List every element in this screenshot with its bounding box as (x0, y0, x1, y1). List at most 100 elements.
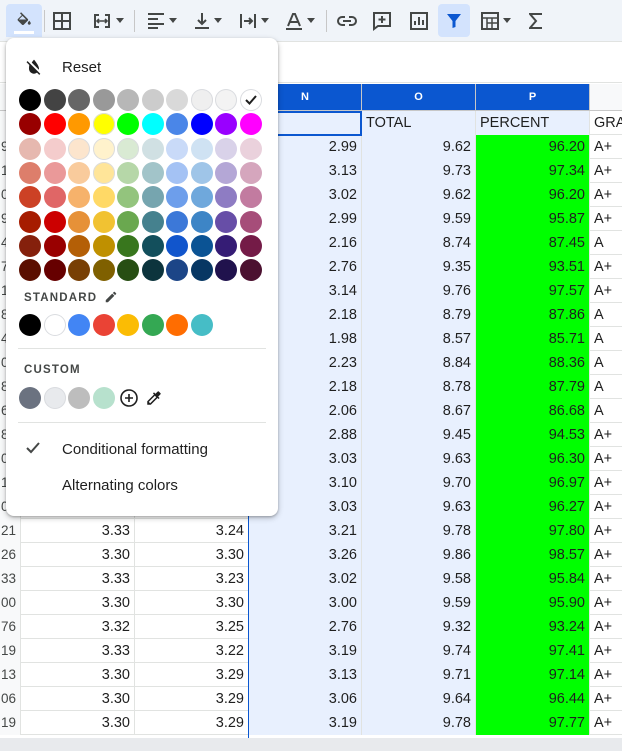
color-swatch[interactable] (117, 186, 139, 209)
color-swatch[interactable] (239, 210, 262, 233)
table-cell-grade[interactable]: A+ (590, 495, 622, 519)
table-cell[interactable]: 3.22 (135, 639, 249, 663)
table-cell-n[interactable]: 3.19 (249, 639, 362, 663)
table-cell-grade[interactable]: A+ (590, 519, 622, 543)
table-cell-n[interactable]: 2.76 (249, 615, 362, 639)
table-cell-percent[interactable]: 97.80 (476, 519, 590, 543)
table-cell-total-header[interactable]: TOTAL (362, 111, 476, 135)
color-swatch[interactable] (19, 137, 41, 160)
color-swatch[interactable] (19, 259, 41, 282)
color-swatch[interactable] (43, 89, 66, 111)
color-swatch[interactable] (215, 137, 237, 160)
color-swatch[interactable] (68, 259, 90, 282)
color-swatch[interactable] (141, 210, 164, 233)
functions-button[interactable] (526, 4, 546, 37)
table-cell-grade[interactable]: A+ (590, 423, 622, 447)
color-swatch[interactable] (117, 234, 139, 257)
table-cell-percent[interactable]: 96.20 (476, 183, 590, 207)
table-cell-grade[interactable]: A+ (590, 567, 622, 591)
color-swatch[interactable] (43, 259, 66, 282)
table-cell-n[interactable]: 3.21 (249, 519, 362, 543)
table-cell-total[interactable]: 8.67 (362, 399, 476, 423)
table-cell[interactable]: 3.23 (135, 567, 249, 591)
alternating-colors-item[interactable]: Alternating colors (6, 471, 278, 501)
table-cell-percent[interactable]: 98.57 (476, 543, 590, 567)
color-swatch[interactable] (19, 113, 41, 136)
table-cell[interactable]: 3.24 (135, 519, 249, 543)
table-cell-percent[interactable]: 87.79 (476, 375, 590, 399)
color-swatch[interactable] (166, 161, 188, 184)
table-cell-total[interactable]: 9.64 (362, 687, 476, 711)
custom-color-swatch[interactable] (19, 387, 41, 409)
table-cell-percent[interactable]: 96.20 (476, 135, 590, 159)
table-cell-percent[interactable]: 96.30 (476, 447, 590, 471)
color-swatch[interactable] (117, 113, 139, 136)
color-swatch[interactable] (141, 161, 164, 184)
table-cell-n[interactable]: 3.13 (249, 663, 362, 687)
table-cell-percent[interactable]: 97.41 (476, 639, 590, 663)
borders-button[interactable] (50, 4, 74, 37)
column-header-q[interactable] (590, 84, 622, 111)
color-swatch[interactable] (92, 137, 115, 160)
text-wrapping-button[interactable] (234, 4, 274, 37)
color-swatch[interactable] (239, 259, 262, 282)
row-header[interactable]: 33 (0, 567, 21, 591)
row-header[interactable]: 06 (0, 687, 21, 711)
table-cell-grade[interactable]: A (590, 231, 622, 255)
conditional-formatting-item[interactable]: Conditional formatting (6, 435, 278, 465)
color-swatch[interactable] (215, 186, 237, 209)
table-cell-percent-header[interactable]: PERCENT (476, 111, 590, 135)
color-swatch[interactable] (190, 186, 213, 209)
color-swatch[interactable] (68, 210, 90, 233)
table-cell-total[interactable]: 9.73 (362, 159, 476, 183)
table-cell[interactable]: 3.30 (21, 663, 135, 687)
color-swatch[interactable] (19, 234, 41, 257)
edit-icon[interactable] (104, 290, 118, 304)
table-cell-total[interactable]: 9.74 (362, 639, 476, 663)
table-cell-percent[interactable]: 87.86 (476, 303, 590, 327)
color-swatch[interactable] (239, 161, 262, 184)
standard-color-swatch[interactable] (141, 314, 164, 336)
color-swatch[interactable] (215, 89, 237, 111)
standard-color-swatch[interactable] (92, 314, 115, 336)
table-cell-grade[interactable]: A+ (590, 159, 622, 183)
color-swatch[interactable] (141, 113, 164, 136)
table-cell-grade[interactable]: A+ (590, 447, 622, 471)
table-cell-total[interactable]: 9.76 (362, 279, 476, 303)
color-swatch[interactable] (117, 259, 139, 282)
color-swatch[interactable] (141, 186, 164, 209)
color-swatch[interactable] (215, 210, 237, 233)
row-header[interactable]: 19 (0, 639, 21, 663)
table-cell-grade[interactable]: A+ (590, 543, 622, 567)
table-cell-total[interactable]: 9.62 (362, 135, 476, 159)
color-swatch[interactable] (92, 186, 115, 209)
table-cell-percent[interactable]: 97.14 (476, 663, 590, 687)
custom-color-swatch[interactable] (43, 387, 66, 409)
fill-color-button[interactable] (6, 4, 42, 37)
color-swatch[interactable] (166, 210, 188, 233)
table-cell[interactable]: 3.30 (21, 711, 135, 735)
color-swatch[interactable] (19, 186, 41, 209)
eyedropper-icon[interactable] (145, 389, 163, 407)
table-cell-percent[interactable]: 97.57 (476, 279, 590, 303)
table-cell[interactable]: 3.32 (21, 615, 135, 639)
color-swatch[interactable] (239, 186, 262, 209)
table-cell-grade[interactable]: A+ (590, 639, 622, 663)
horizontal-scrollbar[interactable] (0, 738, 622, 751)
table-cell-percent[interactable]: 88.36 (476, 351, 590, 375)
table-cell-total[interactable]: 9.78 (362, 519, 476, 543)
vertical-align-button[interactable] (188, 4, 228, 37)
table-cell-grade[interactable]: A+ (590, 255, 622, 279)
table-cell[interactable]: 3.33 (21, 567, 135, 591)
row-header[interactable]: 26 (0, 543, 21, 567)
row-header[interactable]: 76 (0, 615, 21, 639)
color-swatch[interactable] (43, 161, 66, 184)
row-header[interactable]: 19 (0, 711, 21, 735)
table-cell[interactable]: 3.25 (135, 615, 249, 639)
color-swatch[interactable] (117, 89, 139, 111)
table-cell-percent[interactable]: 97.34 (476, 159, 590, 183)
color-swatch[interactable] (43, 113, 66, 136)
table-cell-percent[interactable]: 93.24 (476, 615, 590, 639)
color-swatch[interactable] (117, 210, 139, 233)
standard-color-swatch[interactable] (117, 314, 139, 336)
